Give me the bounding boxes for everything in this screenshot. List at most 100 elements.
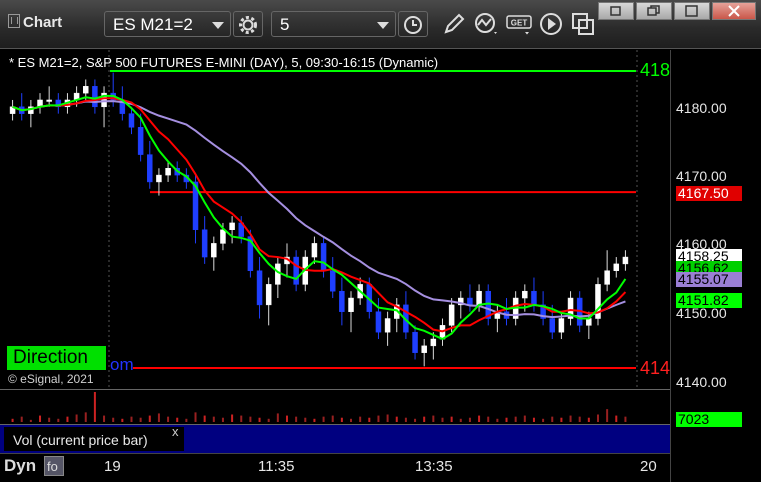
pencil-icon[interactable] bbox=[440, 10, 468, 38]
volume-bar bbox=[148, 415, 151, 422]
volume-bar bbox=[423, 416, 426, 422]
volume-bar bbox=[459, 418, 462, 422]
interval-clock-button[interactable] bbox=[398, 11, 428, 37]
candle-body bbox=[348, 297, 354, 312]
candle-body bbox=[467, 297, 473, 306]
volume-close-icon[interactable]: x bbox=[172, 424, 179, 439]
candle-body bbox=[265, 284, 272, 306]
interval-value: 5 bbox=[280, 15, 290, 34]
price-tag-vwap: 4155.07 bbox=[676, 272, 742, 287]
volume-bar bbox=[386, 414, 389, 422]
volume-bar bbox=[313, 418, 316, 422]
svg-text:fo: fo bbox=[47, 459, 58, 474]
price-tag-resistance: 4167.50 bbox=[676, 186, 742, 201]
volume-bar bbox=[404, 417, 407, 422]
candle-body bbox=[586, 318, 592, 326]
maximize-button[interactable] bbox=[674, 2, 710, 20]
chevron-down-icon bbox=[212, 22, 224, 29]
symbol-settings-button[interactable] bbox=[233, 11, 263, 37]
time-label: 20 bbox=[640, 458, 657, 475]
volume-chart bbox=[11, 392, 627, 422]
volume-bar bbox=[84, 412, 87, 422]
volume-bar bbox=[29, 419, 32, 422]
price-tick: 4170.00 bbox=[676, 168, 727, 184]
volume-bar bbox=[20, 416, 23, 422]
candle-body bbox=[147, 154, 153, 183]
candle-body bbox=[549, 318, 555, 333]
volume-bar bbox=[212, 416, 215, 422]
volume-bar bbox=[496, 418, 499, 422]
volume-tag: 7023 bbox=[676, 412, 742, 427]
studies-icon[interactable] bbox=[472, 10, 500, 38]
time-label: 11:35 bbox=[258, 458, 295, 475]
window-menu-button[interactable] bbox=[598, 2, 634, 20]
chevron-down-icon bbox=[377, 22, 389, 29]
candle-body bbox=[329, 270, 336, 292]
get-data-icon[interactable]: GET bbox=[505, 10, 533, 38]
volume-bar bbox=[249, 416, 252, 422]
volume-bar bbox=[523, 415, 526, 422]
volume-bar bbox=[75, 414, 78, 422]
time-axis[interactable] bbox=[0, 453, 670, 482]
candle-body bbox=[430, 338, 437, 347]
chart-title-tab[interactable]: Chart bbox=[8, 14, 62, 31]
volume-bar bbox=[48, 417, 51, 422]
candle-body bbox=[375, 311, 382, 333]
volume-bar bbox=[377, 415, 380, 422]
volume-bar bbox=[368, 417, 371, 422]
candle-body bbox=[46, 99, 52, 102]
volume-bar bbox=[285, 415, 288, 422]
candle-body bbox=[256, 270, 263, 306]
dynamic-toggle-button[interactable]: fo bbox=[44, 456, 64, 476]
close-button[interactable] bbox=[712, 2, 756, 20]
symbol-dropdown[interactable]: ES M21=2 bbox=[104, 11, 231, 37]
time-label: 19 bbox=[104, 458, 121, 475]
volume-bar bbox=[221, 417, 224, 422]
restore-button[interactable] bbox=[636, 2, 672, 20]
volume-bar bbox=[93, 392, 96, 422]
volume-bar bbox=[295, 416, 298, 422]
direction-label: Direction bbox=[7, 346, 106, 370]
volume-bar bbox=[560, 417, 563, 422]
toolbar-title: Chart bbox=[23, 14, 63, 31]
volume-bar bbox=[514, 416, 517, 422]
candle-body bbox=[137, 127, 144, 155]
toggle-icon: fo bbox=[47, 459, 58, 474]
volume-bar bbox=[414, 418, 417, 422]
volume-bar bbox=[359, 416, 362, 422]
volume-bar bbox=[615, 415, 618, 422]
window-controls bbox=[598, 2, 758, 20]
candle-body bbox=[476, 290, 482, 306]
candle-body bbox=[558, 318, 565, 333]
candle-body bbox=[311, 243, 318, 258]
volume-bar bbox=[39, 415, 42, 422]
candle-body bbox=[92, 86, 98, 108]
candle-body bbox=[421, 345, 427, 353]
volume-study-label[interactable]: Vol (current price bar) bbox=[4, 427, 184, 451]
volume-bar bbox=[624, 416, 627, 422]
candle-body bbox=[522, 290, 528, 299]
volume-bar bbox=[578, 416, 581, 422]
interval-dropdown[interactable]: 5 bbox=[271, 11, 396, 37]
partial-label: om bbox=[110, 355, 134, 374]
volume-bar bbox=[542, 418, 545, 422]
volume-bar bbox=[395, 416, 398, 422]
volume-bar bbox=[322, 416, 325, 422]
volume-bar bbox=[267, 418, 270, 422]
candle-body bbox=[622, 256, 629, 265]
volume-bar bbox=[231, 414, 234, 422]
volume-bar bbox=[66, 416, 69, 422]
volume-bar bbox=[157, 413, 160, 422]
lower-level-label: 414 bbox=[640, 358, 671, 378]
price-chart[interactable] bbox=[0, 50, 670, 388]
volume-bar bbox=[478, 415, 481, 422]
volume-bar bbox=[340, 417, 343, 422]
chart-window-icon bbox=[8, 14, 20, 28]
dynamic-mode-label[interactable]: Dyn bbox=[4, 456, 36, 476]
play-icon[interactable] bbox=[537, 10, 565, 38]
links-icon[interactable] bbox=[570, 10, 598, 38]
close-icon bbox=[728, 5, 740, 17]
volume-bar bbox=[194, 412, 197, 422]
volume-bar bbox=[350, 418, 353, 422]
candle-body bbox=[604, 270, 610, 285]
